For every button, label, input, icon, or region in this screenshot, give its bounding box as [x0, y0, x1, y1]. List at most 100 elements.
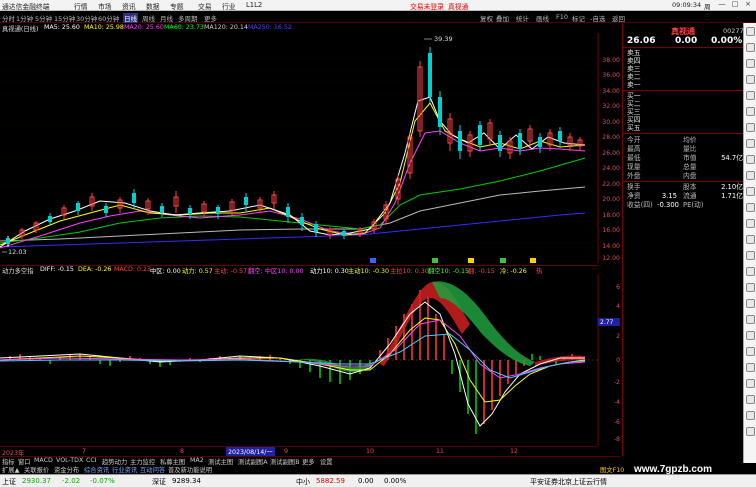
- server-info[interactable]: 平安证券北京上证云行情: [530, 477, 607, 487]
- macd-tick: 2: [616, 333, 620, 340]
- minimize-icon[interactable]: —: [716, 0, 728, 10]
- tab-general-news[interactable]: 综合资讯: [84, 465, 109, 474]
- tab-monthly[interactable]: 月线: [160, 13, 173, 23]
- f10-link[interactable]: 图文F10: [600, 465, 624, 474]
- side-tool-icon[interactable]: [746, 155, 755, 164]
- side-tool-icon[interactable]: [746, 75, 755, 84]
- side-tool-icon[interactable]: [746, 283, 755, 292]
- tab-intraday[interactable]: 分时: [2, 13, 15, 23]
- side-tool-icon[interactable]: [746, 347, 755, 356]
- menu-item-topics[interactable]: 专题: [170, 1, 184, 11]
- price-chart[interactable]: 39.39 12.03: [0, 33, 622, 263]
- bid-5: 买五: [627, 124, 641, 132]
- menu-item-trade[interactable]: 交易: [198, 1, 212, 11]
- indicator-legend: 动力多空指 DIFF: -0.15 DEA: -0.26 MACD: 0.23 …: [2, 265, 598, 275]
- tab-multi-period[interactable]: 多周期: [178, 13, 198, 23]
- menu-item-market[interactable]: 市场: [98, 1, 112, 11]
- trade-stock[interactable]: 真视通: [448, 1, 468, 11]
- side-tool-icon[interactable]: [746, 267, 755, 276]
- side-tool-icon[interactable]: [746, 27, 755, 36]
- tab-ma2[interactable]: MA2: [190, 457, 204, 464]
- side-tool-icon[interactable]: [746, 299, 755, 308]
- zx-index-label[interactable]: 中小: [296, 477, 310, 487]
- time-tick: 12: [510, 448, 519, 455]
- side-tool-icon[interactable]: [746, 187, 755, 196]
- side-tool-icon[interactable]: [746, 331, 755, 340]
- tab-weekly[interactable]: 周线: [142, 13, 155, 23]
- menu-item-data[interactable]: 数据: [146, 1, 160, 11]
- macd-tick: 0: [616, 357, 620, 364]
- chart-title: 真视通(日线): [2, 26, 39, 33]
- menu-item-news[interactable]: 资讯: [122, 1, 136, 11]
- tab-qa[interactable]: 互动问答: [140, 465, 165, 474]
- price-tick: 36.00: [602, 72, 620, 79]
- menu-item-l1l2[interactable]: L1L2: [246, 1, 262, 9]
- outer-label: 外盘: [627, 172, 641, 180]
- side-tool-icon[interactable]: [746, 59, 755, 68]
- side-tool-icon[interactable]: [746, 203, 755, 212]
- close-icon[interactable]: ×: [742, 0, 754, 10]
- period-toolbar: 分时 1分钟 5分钟 15分钟 30分钟 60分钟 日线 周线 月线 多周期 更…: [0, 11, 756, 23]
- tab-cci[interactable]: CCI: [86, 457, 97, 464]
- side-tool-icon[interactable]: [746, 123, 755, 132]
- button-f10[interactable]: F10: [556, 13, 568, 21]
- bid-1: 买一: [627, 92, 641, 100]
- tab-fund-distribution[interactable]: 资金分布: [54, 465, 79, 474]
- side-tool-icon[interactable]: [746, 379, 755, 388]
- turnover-label: 换手: [627, 183, 641, 191]
- price-tick: 28.00: [602, 134, 620, 141]
- button-overlay[interactable]: 叠加: [496, 13, 509, 23]
- menu-item-industry[interactable]: 行业: [222, 1, 236, 11]
- sh-index-label[interactable]: 上证: [2, 477, 16, 487]
- sz-index-label[interactable]: 深证: [152, 477, 166, 487]
- button-rights[interactable]: 复权: [480, 13, 493, 23]
- ma10-label: MA10: 25.98: [84, 24, 124, 31]
- side-tool-icon[interactable]: [746, 315, 755, 324]
- tab-15min[interactable]: 15分钟: [54, 13, 75, 23]
- ma20-label: MA20: 25.60: [124, 24, 164, 31]
- button-mark[interactable]: 标记: [572, 13, 585, 23]
- price-axis: 38.00 36.00 34.00 32.00 30.00 28.00 26.0…: [598, 33, 622, 263]
- tab-vol-tdx[interactable]: VOL-TDX: [56, 457, 83, 464]
- menu-item-quotes[interactable]: 行情: [74, 1, 88, 11]
- tab-industry-news[interactable]: 行业资讯: [112, 465, 137, 474]
- tab-more[interactable]: 更多: [204, 13, 217, 23]
- button-add-watchlist[interactable]: -自选: [590, 13, 605, 23]
- tab-30min[interactable]: 30分钟: [76, 13, 97, 23]
- pe-label: PE(动): [683, 201, 704, 209]
- maximize-icon[interactable]: □: [729, 0, 741, 10]
- side-tool-icon[interactable]: [746, 411, 755, 420]
- side-tool-icon[interactable]: [746, 219, 755, 228]
- button-stats[interactable]: 统计: [516, 13, 529, 23]
- clock-time: 09:09:34: [672, 1, 702, 9]
- tab-macd[interactable]: MACD: [34, 457, 53, 464]
- side-tool-icon[interactable]: [746, 139, 755, 148]
- price-tick: 20.00: [602, 196, 620, 203]
- side-tool-icon[interactable]: [746, 395, 755, 404]
- last-price: 26.06: [627, 36, 656, 46]
- tab-1min[interactable]: 1分钟: [16, 13, 33, 23]
- tab-related-quotes[interactable]: 关联报价: [24, 465, 49, 474]
- tab-expand[interactable]: 扩展▲: [2, 465, 19, 474]
- side-tool-icon[interactable]: [746, 171, 755, 180]
- login-status[interactable]: 交易未登录: [410, 1, 444, 11]
- high-label: 最高: [627, 145, 641, 153]
- ma5-label: MA5: 25.60: [44, 24, 80, 31]
- side-tool-icon[interactable]: [746, 427, 755, 436]
- side-tool-icon[interactable]: [746, 91, 755, 100]
- ask-2: 卖二: [627, 73, 641, 81]
- ma60-label: MA60: 23.73: [164, 24, 204, 31]
- side-tool-icon[interactable]: [746, 43, 755, 52]
- tab-new-features[interactable]: 普及新功能说明: [168, 465, 212, 474]
- side-tool-icon[interactable]: [746, 363, 755, 372]
- side-tool-icon[interactable]: [746, 107, 755, 116]
- quote-panel: 真视通 002771 26.06 0.00 0.00% 卖五 卖四 卖三 卖二 …: [622, 23, 756, 235]
- side-tool-icon[interactable]: [746, 251, 755, 260]
- tab-5min[interactable]: 5分钟: [35, 13, 52, 23]
- macd-chart[interactable]: 2.77: [0, 274, 622, 446]
- tab-60min[interactable]: 60分钟: [98, 13, 119, 23]
- side-tool-icon[interactable]: [746, 235, 755, 244]
- button-draw[interactable]: 画线: [536, 13, 549, 23]
- tab-daily[interactable]: 日线: [123, 13, 138, 23]
- button-back[interactable]: 返回: [612, 13, 625, 23]
